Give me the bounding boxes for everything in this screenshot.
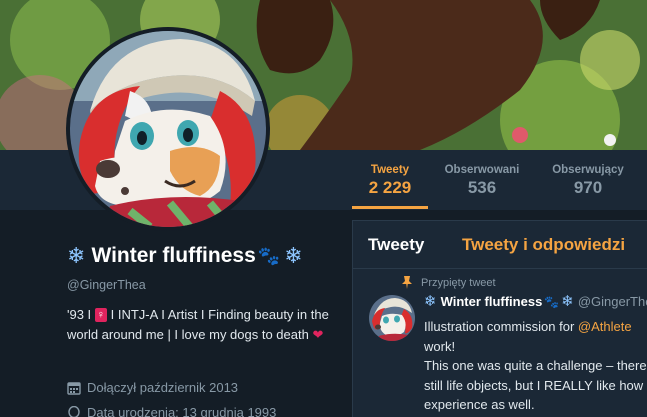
- heart-icon: ❤: [312, 327, 324, 342]
- nav-following[interactable]: Obserwowani 536: [440, 164, 524, 198]
- bio-text: '93 I: [67, 307, 95, 322]
- tweet-header: ❄ Winter fluffiness 🐾 ❄ @GingerThea: [424, 294, 647, 309]
- tweet-author-handle[interactable]: @GingerThea: [578, 294, 647, 309]
- calendar-icon: [67, 381, 81, 395]
- nav-tweets-label: Tweety: [370, 164, 410, 176]
- snowflake-icon: ❄: [284, 243, 303, 268]
- bio-text: I INTJ-A I Artist I Finding beauty in th…: [67, 307, 329, 342]
- pinned-text: Przypięty tweet: [421, 276, 496, 289]
- tab-tweets[interactable]: Tweety: [368, 235, 424, 255]
- tab-tweets-and-replies[interactable]: Tweety i odpowiedzi: [462, 235, 625, 255]
- profile-avatar[interactable]: [66, 27, 270, 231]
- profile-name-row: ❄ Winter fluffiness 🐾 ❄: [67, 244, 303, 268]
- nav-following-label: Obserwowani: [444, 164, 520, 176]
- nav-active-indicator: [352, 206, 428, 209]
- timeline-tabs: Tweety Tweety i odpowiedzi: [353, 221, 647, 269]
- snowflake-icon: ❄: [561, 293, 574, 310]
- nav-followers-count: 970: [573, 178, 603, 197]
- avatar-artwork: [70, 31, 266, 227]
- nav-following-count: 536: [467, 178, 497, 197]
- nav-followers-label: Obserwujący: [552, 164, 624, 176]
- snowflake-icon: ❄: [67, 243, 86, 268]
- snowflake-icon: ❄: [424, 293, 437, 310]
- joined-text: Dołączył październik 2013: [87, 380, 239, 395]
- tweet-line: Illustration commission for @Athlete: [424, 317, 647, 337]
- venus-icon: ♀: [94, 308, 108, 322]
- tweet-line: This one was quite a challenge – there: [424, 358, 647, 373]
- tweet-text-part: Illustration commission for: [424, 319, 578, 334]
- birth-date: Data urodzenia: 13 grudnia 1993: [67, 405, 276, 417]
- tweet-line: experience as well.: [424, 397, 535, 412]
- pinned-tweet-label: Przypięty tweet: [401, 276, 496, 289]
- paws-icon: 🐾: [257, 245, 281, 266]
- tweet-line: still life objects, but I REALLY like ho…: [424, 377, 644, 393]
- nav-followers[interactable]: Obserwujący 970: [548, 164, 628, 198]
- tweet-line: work!: [424, 338, 456, 354]
- tweet-mention-link[interactable]: @Athlete: [578, 319, 632, 334]
- nav-tweets[interactable]: Tweety 2 229: [352, 164, 428, 198]
- profile-name[interactable]: Winter fluffiness: [91, 244, 255, 268]
- tweet-avatar-artwork: [369, 295, 415, 341]
- profile-bio: '93 I ♀ I INTJ-A I Artist I Finding beau…: [67, 305, 337, 345]
- balloon-icon: [68, 405, 80, 417]
- joined-date: Dołączył październik 2013: [67, 380, 238, 395]
- pin-icon: [402, 276, 412, 289]
- birth-text: Data urodzenia: 13 grudnia 1993: [87, 405, 277, 417]
- profile-handle[interactable]: @GingerThea: [67, 278, 146, 292]
- tweet-avatar[interactable]: [369, 295, 415, 341]
- timeline-panel: Tweety Tweety i odpowiedzi Przypięty twe…: [352, 220, 647, 417]
- tweet-author-name[interactable]: Winter fluffiness: [441, 294, 543, 309]
- nav-tweets-count: 2 229: [368, 178, 412, 197]
- paws-icon: 🐾: [544, 294, 560, 309]
- tweet-text: Illustration commission for @Athlete wor…: [424, 317, 647, 415]
